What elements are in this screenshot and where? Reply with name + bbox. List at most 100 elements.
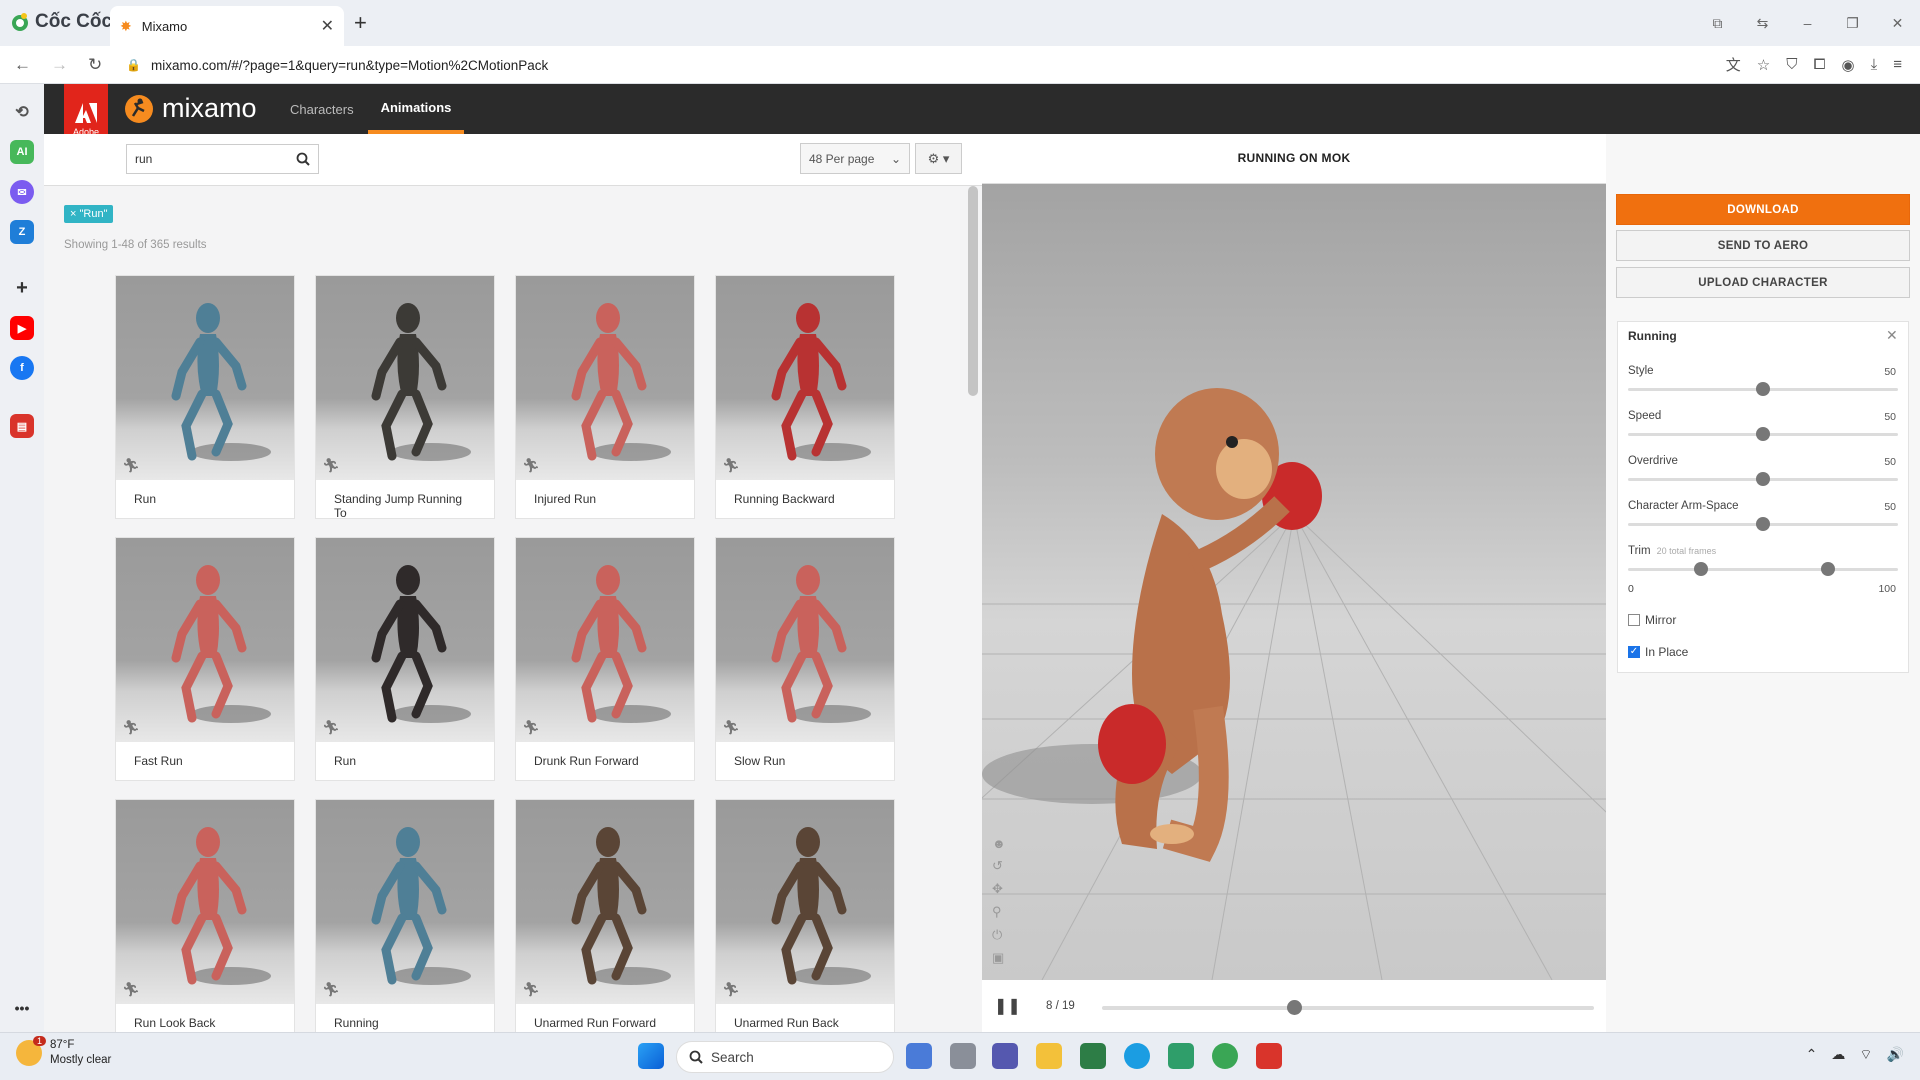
download-button[interactable]: DOWNLOAD (1616, 194, 1910, 225)
animation-card[interactable]: 🏃︎ Standing Jump Running To (315, 275, 495, 520)
mirror-checkbox[interactable]: Mirror (1628, 613, 1676, 627)
reload-icon[interactable]: ↻ (88, 55, 102, 75)
download-icon[interactable]: ⤓ (1871, 56, 1878, 73)
slider-value: 50 (1884, 411, 1896, 423)
viewport-scene (982, 388, 1606, 980)
file-explorer-icon[interactable] (1036, 1043, 1062, 1069)
volume-icon[interactable]: 🔊 (1887, 1046, 1904, 1064)
animation-card[interactable]: 🏃︎ Run (115, 275, 295, 519)
mirror-label: Mirror (1645, 613, 1677, 627)
search-value: run (135, 152, 153, 166)
chevron-up-icon[interactable]: ⌃ (1806, 1046, 1818, 1064)
slider-handle[interactable] (1756, 427, 1770, 441)
animation-card[interactable]: 🏃︎ Injured Run (515, 275, 695, 519)
close-icon[interactable]: ✕ (1886, 327, 1898, 344)
start-icon[interactable] (638, 1043, 664, 1069)
3d-viewport[interactable] (982, 184, 1606, 980)
messenger-icon[interactable]: ✉ (10, 180, 34, 204)
window-ctl-icon[interactable]: ⇆ (1740, 15, 1785, 32)
coccoc-taskbar-icon[interactable] (1212, 1043, 1238, 1069)
camera-icon[interactable]: ▣ (992, 950, 1006, 966)
animation-card[interactable]: 🏃︎ Slow Run (715, 537, 895, 781)
tab-close-icon[interactable]: ✕ (321, 16, 334, 36)
browser-tab[interactable]: ✸ Mixamo ✕ (110, 6, 344, 46)
zalo-icon[interactable]: Z (10, 220, 34, 244)
checkbox-box[interactable]: ✓ (1628, 646, 1640, 658)
animation-card[interactable]: 🏃︎ Fast Run (115, 537, 295, 781)
skeleton-icon[interactable]: ☻ (992, 836, 1006, 851)
run-icon: 🏃︎ (322, 719, 340, 735)
per-page-select[interactable]: 48 Per page ⌄ (800, 143, 910, 174)
pause-button[interactable]: ❚❚ (994, 996, 1021, 1016)
pan-icon[interactable]: ✥ (992, 881, 1006, 897)
app-taskbar-icon[interactable] (1256, 1043, 1282, 1069)
tab-animations[interactable]: Animations (368, 84, 464, 134)
timeline-track[interactable] (1102, 1006, 1594, 1010)
character-figure (171, 303, 271, 461)
history-icon[interactable]: ⟲ (10, 100, 34, 124)
cloud-icon[interactable]: ☁ (1831, 1046, 1845, 1064)
search-input[interactable]: run (126, 144, 319, 174)
scrollbar[interactable] (968, 186, 978, 396)
translate-icon[interactable]: 文 (1726, 54, 1741, 75)
zoom-icon[interactable]: ⚲ (992, 904, 1006, 920)
close-window-button[interactable]: ✕ (1875, 15, 1920, 32)
trim-track[interactable] (1628, 568, 1898, 571)
wifi-icon[interactable]: ⌔ (1859, 1046, 1872, 1064)
new-tab-button[interactable]: + (354, 10, 367, 36)
window-ctl-icon[interactable]: ⧉ (1695, 15, 1740, 32)
animation-card[interactable]: 🏃︎ Drunk Run Forward (515, 537, 695, 781)
menu-icon[interactable]: ≡ (1893, 56, 1902, 73)
more-icon[interactable]: ••• (10, 996, 34, 1020)
back-icon[interactable]: ← (14, 55, 31, 75)
edge-icon[interactable] (1124, 1043, 1150, 1069)
mixamo-app-icon[interactable] (1168, 1043, 1194, 1069)
forward-icon[interactable]: → (51, 55, 68, 75)
settings-dropdown-button[interactable]: ⚙ ▾ (915, 143, 962, 174)
minimize-button[interactable]: – (1785, 15, 1830, 31)
extensions-icon[interactable]: ⧠ (1813, 56, 1825, 73)
slider-handle[interactable] (1756, 517, 1770, 531)
url-text[interactable]: mixamo.com/#/?page=1&query=run&type=Moti… (151, 58, 548, 73)
checkbox-box[interactable] (1628, 614, 1640, 626)
browser-tools: 文 ☆ ⛉ ⧠ ◉ ⤓ ≡ (1726, 54, 1902, 75)
adobe-icon (75, 103, 97, 123)
youtube-icon[interactable]: ▶ (10, 316, 34, 340)
send-to-aero-button[interactable]: SEND TO AERO (1616, 230, 1910, 261)
weather-text: Mostly clear (50, 1054, 112, 1066)
reset-icon[interactable]: ⏻ (992, 927, 1006, 943)
ai-icon[interactable]: AI (10, 140, 34, 164)
facebook-icon[interactable]: f (10, 356, 34, 380)
weather-widget[interactable]: 1 87°F Mostly clear (16, 1036, 112, 1068)
animation-card[interactable]: 🏃︎ Unarmed Run Forward (515, 799, 695, 1043)
address-bar[interactable]: 🔒 mixamo.com/#/?page=1&query=run&type=Mo… (126, 50, 548, 80)
animation-card[interactable]: 🏃︎ Unarmed Run Back (715, 799, 895, 1043)
slider-handle[interactable] (1756, 472, 1770, 486)
animation-card[interactable]: 🏃︎ Run (315, 537, 495, 781)
copilot-icon[interactable] (906, 1043, 932, 1069)
animation-card[interactable]: 🏃︎ Running Backward (715, 275, 895, 519)
teams-icon[interactable] (992, 1043, 1018, 1069)
upload-character-button[interactable]: UPLOAD CHARACTER (1616, 267, 1910, 298)
animation-card[interactable]: 🏃︎ Running (315, 799, 495, 1043)
mixamo-logo[interactable]: mixamo (124, 93, 257, 124)
filter-tag[interactable]: × "Run" (64, 205, 114, 223)
animation-card[interactable]: 🏃︎ Run Look Back (115, 799, 295, 1043)
app-icon[interactable]: ▤ (10, 414, 34, 438)
taskview-icon[interactable] (950, 1043, 976, 1069)
slider-handle[interactable] (1756, 382, 1770, 396)
store-icon[interactable] (1080, 1043, 1106, 1069)
taskbar-search[interactable]: Search (676, 1041, 894, 1073)
restore-button[interactable]: ❐ (1830, 15, 1875, 32)
trim-end-handle[interactable] (1820, 562, 1835, 576)
character-figure (371, 303, 471, 461)
timeline-handle[interactable] (1286, 1000, 1302, 1015)
add-icon[interactable]: + (10, 276, 34, 300)
shield-icon[interactable]: ⛉ (1786, 56, 1797, 73)
rotate-icon[interactable]: ↺ (992, 858, 1006, 874)
trim-start-handle[interactable] (1693, 562, 1708, 576)
profile-icon[interactable]: ◉ (1842, 56, 1855, 74)
in-place-checkbox[interactable]: ✓ In Place (1628, 645, 1688, 659)
bookmark-star-icon[interactable]: ☆ (1757, 56, 1770, 74)
tab-characters[interactable]: Characters (290, 102, 354, 117)
